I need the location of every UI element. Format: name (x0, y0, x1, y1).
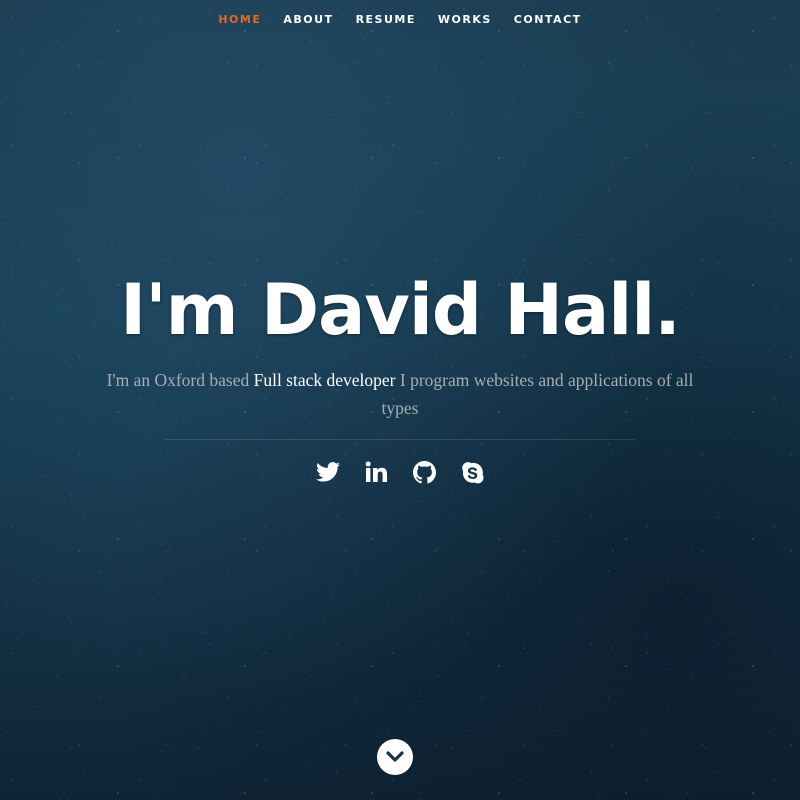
scroll-down-button[interactable] (377, 739, 413, 775)
page-title: I'm David Hall. (120, 269, 681, 351)
nav-item-contact[interactable]: CONTACT (503, 0, 593, 40)
main-nav: HOME ABOUT RESUME WORKS CONTACT (0, 0, 800, 40)
skype-icon[interactable] (460, 460, 484, 484)
nav-item-works[interactable]: WORKS (427, 0, 503, 40)
intro-text-tail: I program websites and applications of a… (381, 370, 694, 418)
intro-text-lead: I'm an Oxford based (106, 370, 254, 390)
hero-section: HOME ABOUT RESUME WORKS CONTACT I'm Davi… (0, 0, 800, 800)
nav-item-resume[interactable]: RESUME (345, 0, 427, 40)
nav-item-about[interactable]: ABOUT (272, 0, 344, 40)
intro-text: I'm an Oxford based Full stack developer… (90, 366, 710, 422)
twitter-icon[interactable] (316, 460, 340, 484)
chevron-down-icon (386, 748, 404, 767)
intro-text-role: Full stack developer (253, 370, 396, 390)
social-links (0, 460, 800, 484)
github-icon[interactable] (412, 460, 436, 484)
banner: I'm David Hall. I'm an Oxford based Full… (0, 270, 800, 484)
nav-item-home[interactable]: HOME (207, 0, 272, 40)
linkedin-icon[interactable] (364, 460, 388, 484)
divider (165, 439, 635, 440)
